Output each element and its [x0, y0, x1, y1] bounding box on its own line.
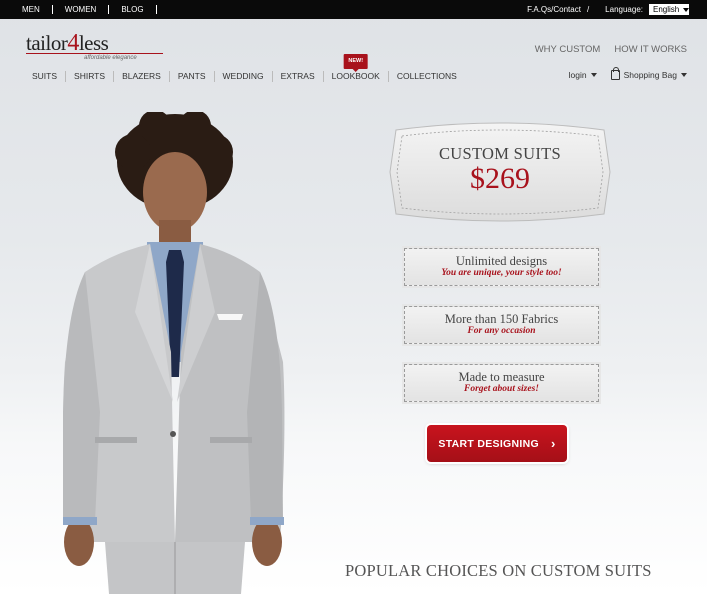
- gender-nav: MEN WOMEN BLOG: [10, 0, 157, 19]
- logo-underline: [26, 53, 163, 54]
- section-title: POPULAR CHOICES ON CUSTOM SUITS: [345, 561, 652, 580]
- faq-contact-link[interactable]: F.A.Qs/Contact: [527, 5, 581, 14]
- chevron-down-icon: [590, 73, 597, 77]
- feature-card: Made to measure Forget about sizes!: [404, 364, 599, 402]
- chevron-down-icon: [683, 7, 690, 12]
- chevron-right-icon: ›: [550, 436, 556, 451]
- nav-women-link[interactable]: WOMEN: [53, 5, 110, 14]
- chevron-down-icon: [681, 73, 687, 77]
- logo-text-a: tailor: [26, 31, 68, 55]
- start-designing-label: START DESIGNING: [438, 437, 539, 450]
- language-select[interactable]: English: [649, 4, 690, 15]
- start-designing-button[interactable]: START DESIGNING ›: [427, 425, 567, 462]
- language-label: Language:: [605, 5, 643, 14]
- feature-heading: More than 150 Fabrics: [444, 312, 559, 326]
- why-custom-link[interactable]: WHY CUSTOM: [535, 44, 601, 55]
- main-nav: SUITS SHIRTS BLAZERS PANTS WEDDING EXTRA…: [24, 54, 465, 82]
- hero-price: $269: [470, 162, 530, 195]
- nav-item-shirts[interactable]: SHIRTS: [66, 71, 115, 82]
- login-button[interactable]: login: [569, 70, 597, 80]
- feature-card: Unlimited designs You are unique, your s…: [404, 248, 599, 286]
- nav-item-blazers[interactable]: BLAZERS: [114, 71, 170, 82]
- price-banner: CUSTOM SUITS $269: [388, 120, 612, 224]
- feature-heading: Made to measure: [458, 370, 545, 384]
- hero-title: CUSTOM SUITS: [438, 144, 562, 163]
- new-badge: NEW!: [343, 54, 369, 72]
- feature-subtext: For any occasion: [467, 326, 536, 336]
- nav-item-extras[interactable]: EXTRAS: [273, 71, 324, 82]
- how-it-works-link[interactable]: HOW IT WORKS: [614, 44, 687, 55]
- nav-item-suits[interactable]: SUITS: [24, 71, 67, 82]
- shopping-bag-label: Shopping Bag: [623, 70, 677, 80]
- nav-item-pants[interactable]: PANTS: [170, 71, 215, 82]
- separator: /: [586, 5, 590, 14]
- model-image: [63, 112, 285, 594]
- nav-men-link[interactable]: MEN: [10, 5, 53, 14]
- nav-item-wedding[interactable]: WEDDING: [215, 71, 273, 82]
- logo[interactable]: tailor4less affordable elegance: [26, 31, 166, 62]
- logo-tagline: affordable elegance: [84, 55, 137, 61]
- account-nav: login Shopping Bag: [569, 67, 687, 80]
- feature-subtext: Forget about sizes!: [464, 384, 539, 394]
- nav-item-collections[interactable]: COLLECTIONS: [389, 71, 465, 82]
- shopping-bag-icon: [610, 67, 620, 80]
- nav-item-lookbook-label: LOOKBOOK: [331, 71, 380, 81]
- nav-blog-link[interactable]: BLOG: [109, 5, 157, 14]
- feature-subtext: You are unique, your style too!: [441, 268, 562, 278]
- feature-heading: Unlimited designs: [455, 254, 548, 268]
- nav-item-lookbook[interactable]: NEW! LOOKBOOK: [324, 54, 389, 82]
- info-links: WHY CUSTOM HOW IT WORKS: [535, 44, 687, 55]
- top-bar: MEN WOMEN BLOG F.A.Qs/Contact / Language…: [0, 0, 707, 19]
- logo-text-b: less: [78, 31, 109, 55]
- utility-nav: F.A.Qs/Contact / Language: English: [527, 0, 690, 19]
- language-value: English: [653, 5, 680, 14]
- feature-card: More than 150 Fabrics For any occasion: [404, 306, 599, 344]
- login-label: login: [568, 70, 587, 80]
- shopping-bag-button[interactable]: Shopping Bag: [610, 67, 687, 80]
